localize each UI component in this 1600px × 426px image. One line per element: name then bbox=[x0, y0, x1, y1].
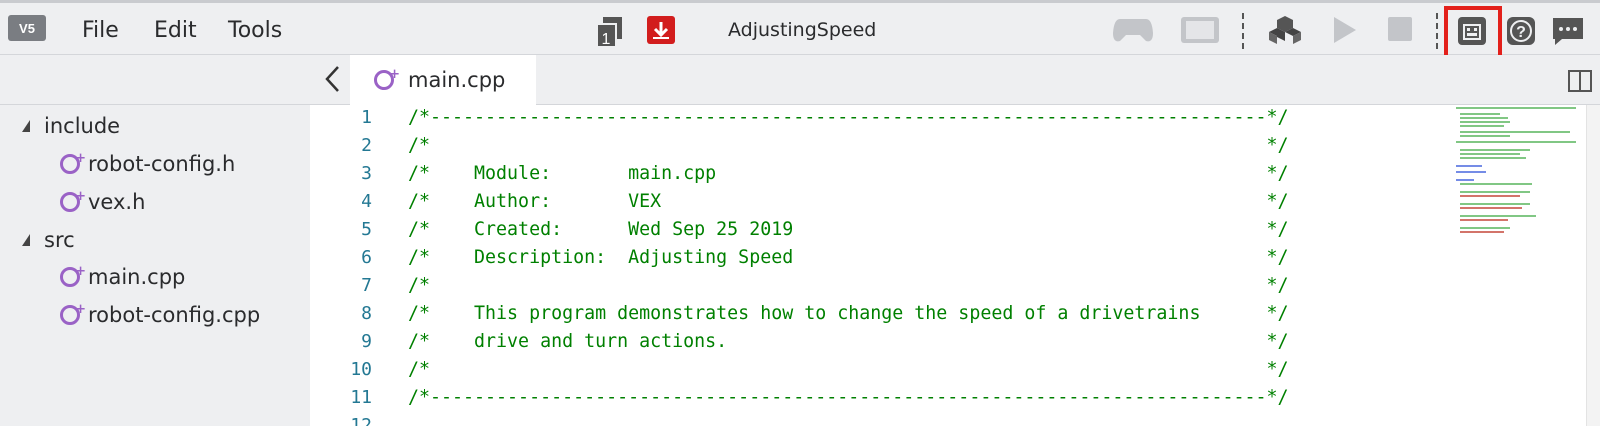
code-line: /* Module: main.cpp */ bbox=[408, 163, 1289, 184]
highlight-box bbox=[1444, 6, 1502, 60]
menu-tools[interactable]: Tools bbox=[228, 18, 282, 43]
line-number: 12 bbox=[350, 415, 372, 426]
line-number: 1 bbox=[361, 107, 372, 128]
folder-expanded-icon bbox=[22, 234, 30, 246]
chevron-left-icon[interactable] bbox=[322, 64, 346, 94]
code-line: /* This program demonstrates how to chan… bbox=[408, 303, 1289, 324]
cpp-file-icon bbox=[60, 264, 86, 287]
code-minimap[interactable] bbox=[1456, 105, 1584, 245]
tab-main-cpp[interactable]: main.cpp bbox=[350, 55, 536, 105]
tree-label: robot-config.h bbox=[88, 152, 236, 176]
code-line: /* */ bbox=[408, 359, 1289, 380]
svg-text:?: ? bbox=[1516, 24, 1526, 41]
tree-label: main.cpp bbox=[88, 265, 186, 289]
cpp-file-icon bbox=[60, 302, 86, 325]
vex-logo: V5 bbox=[8, 15, 46, 41]
tab-label: main.cpp bbox=[408, 68, 506, 92]
code-line: /* drive and turn actions. */ bbox=[408, 331, 1289, 352]
toolbar-divider bbox=[1242, 13, 1244, 49]
tree-label: robot-config.cpp bbox=[88, 303, 261, 327]
file-explorer-header bbox=[0, 55, 310, 105]
slot-selector-icon[interactable]: 1 bbox=[596, 16, 624, 48]
folder-expanded-icon bbox=[22, 120, 30, 132]
line-number: 11 bbox=[350, 387, 372, 408]
editor-scrollbar[interactable] bbox=[1586, 105, 1600, 426]
line-number: 5 bbox=[361, 219, 372, 240]
code-line: /*--------------------------------------… bbox=[408, 387, 1289, 408]
top-toolbar: V5 File Edit Tools 1 AdjustingSpeed ? bbox=[0, 0, 1600, 60]
line-number: 9 bbox=[361, 331, 372, 352]
line-number-gutter: 1 2 3 4 5 6 7 8 9 10 11 12 bbox=[310, 105, 372, 426]
project-title[interactable]: AdjustingSpeed bbox=[728, 19, 876, 41]
code-line: /* Author: VEX */ bbox=[408, 191, 1289, 212]
split-editor-icon[interactable] bbox=[1568, 70, 1592, 92]
brain-screen-icon[interactable] bbox=[1180, 13, 1220, 52]
tree-file-vex-h[interactable]: vex.h bbox=[60, 186, 145, 218]
tree-label: include bbox=[44, 114, 121, 138]
cpp-file-icon bbox=[60, 189, 86, 212]
feedback-icon[interactable] bbox=[1550, 15, 1586, 52]
line-number: 4 bbox=[361, 191, 372, 212]
line-number: 6 bbox=[361, 247, 372, 268]
line-number: 10 bbox=[350, 359, 372, 380]
code-editor[interactable]: 1 2 3 4 5 6 7 8 9 10 11 12 /*-----------… bbox=[310, 105, 1600, 426]
run-icon[interactable] bbox=[1330, 13, 1360, 52]
tree-file-robot-config-cpp[interactable]: robot-config.cpp bbox=[60, 299, 260, 331]
toolbar-divider bbox=[1436, 13, 1438, 49]
tree-folder-include[interactable]: include bbox=[22, 110, 120, 142]
line-number: 2 bbox=[361, 135, 372, 156]
line-number: 8 bbox=[361, 303, 372, 324]
code-line: /* Created: Wed Sep 25 2019 */ bbox=[408, 219, 1289, 240]
code-line: /* */ bbox=[408, 275, 1289, 296]
tree-folder-src[interactable]: src bbox=[22, 224, 75, 256]
slot-number: 1 bbox=[602, 31, 611, 48]
controller-icon[interactable] bbox=[1112, 13, 1154, 52]
tree-file-robot-config-h[interactable]: robot-config.h bbox=[60, 148, 235, 180]
cpp-file-icon bbox=[60, 151, 86, 174]
line-number: 7 bbox=[361, 275, 372, 296]
menu-file[interactable]: File bbox=[82, 18, 119, 43]
build-icon[interactable] bbox=[1268, 13, 1302, 52]
tree-label: vex.h bbox=[88, 190, 146, 214]
line-number: 3 bbox=[361, 163, 372, 184]
download-icon[interactable] bbox=[647, 16, 675, 44]
stop-icon[interactable] bbox=[1385, 13, 1415, 52]
help-icon[interactable]: ? bbox=[1504, 15, 1538, 52]
code-line: /* Description: Adjusting Speed */ bbox=[408, 247, 1289, 268]
code-line: /* */ bbox=[408, 135, 1289, 156]
code-line: /*--------------------------------------… bbox=[408, 107, 1289, 128]
cpp-file-icon bbox=[374, 67, 400, 90]
menu-edit[interactable]: Edit bbox=[154, 18, 197, 43]
tree-label: src bbox=[44, 228, 75, 252]
tree-file-main-cpp[interactable]: main.cpp bbox=[60, 261, 185, 293]
